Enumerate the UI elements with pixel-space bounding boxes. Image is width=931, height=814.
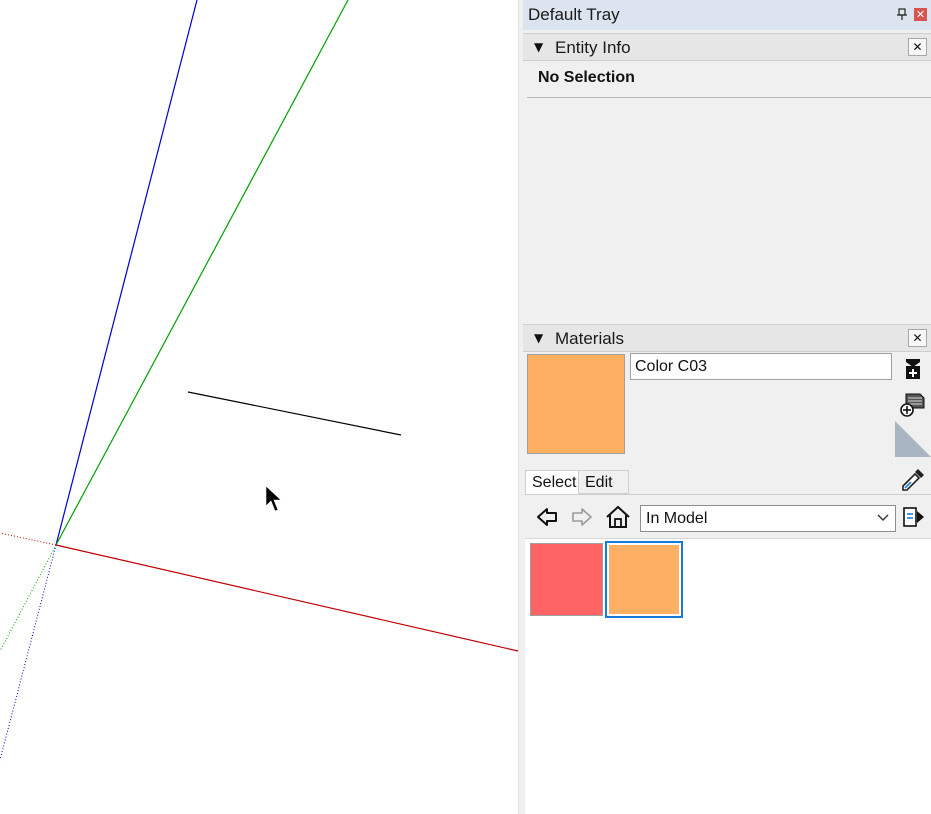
materials-nav-bar: In Model xyxy=(525,495,931,539)
collapse-triangle-icon[interactable]: ▼ xyxy=(534,40,543,54)
back-arrow-icon[interactable] xyxy=(535,505,561,529)
default-tray: Default Tray ✕ ▼ Entity Info ✕ No Select… xyxy=(523,0,931,814)
entity-info-divider xyxy=(527,97,931,98)
materials-browser: In Model xyxy=(525,494,931,814)
materials-close-button[interactable]: ✕ xyxy=(908,329,927,347)
cursor-arrow-icon xyxy=(265,485,282,512)
material-swatch[interactable] xyxy=(530,543,603,616)
tray-title: Default Tray xyxy=(528,5,620,24)
sample-paint-icon[interactable] xyxy=(899,466,927,494)
green-axis xyxy=(55,0,349,546)
tray-close-button[interactable]: ✕ xyxy=(914,8,927,21)
entity-info-close-button[interactable]: ✕ xyxy=(908,38,927,56)
red-axis xyxy=(55,544,518,652)
material-name-input[interactable] xyxy=(630,353,892,380)
chevron-down-icon xyxy=(877,514,889,521)
sketchup-window: Default Tray ✕ ▼ Entity Info ✕ No Select… xyxy=(0,0,931,814)
viewport-canvas[interactable] xyxy=(0,0,518,814)
details-corner-icon[interactable] xyxy=(895,421,931,457)
forward-arrow-icon[interactable] xyxy=(568,505,594,529)
selection-status: No Selection xyxy=(538,69,635,86)
materials-tabs: Select Edit xyxy=(523,470,931,494)
green-axis-negative xyxy=(0,544,57,652)
collection-dropdown-value: In Model xyxy=(646,510,708,527)
tray-title-bar: Default Tray ✕ xyxy=(523,0,931,30)
tab-edit[interactable]: Edit xyxy=(579,470,629,494)
add-to-model-icon[interactable] xyxy=(898,390,926,418)
materials-header[interactable]: ▼ Materials ✕ xyxy=(523,324,931,352)
modeling-viewport[interactable] xyxy=(0,0,518,814)
tab-select[interactable]: Select xyxy=(525,470,579,494)
materials-title: Materials xyxy=(555,329,624,348)
entity-info-header[interactable]: ▼ Entity Info ✕ xyxy=(523,33,931,61)
blue-axis-negative xyxy=(0,544,57,761)
material-swatch-selected[interactable] xyxy=(605,541,683,618)
details-menu-icon[interactable] xyxy=(902,505,926,529)
blue-axis xyxy=(55,0,198,546)
pin-icon[interactable] xyxy=(896,8,908,21)
material-swatch-fill xyxy=(609,545,679,614)
home-icon[interactable] xyxy=(605,505,631,529)
red-axis-negative xyxy=(0,532,57,546)
drawn-edge xyxy=(187,391,402,436)
create-material-icon[interactable] xyxy=(903,357,923,381)
collapse-triangle-icon[interactable]: ▼ xyxy=(534,331,543,345)
current-material-preview[interactable] xyxy=(527,354,625,454)
entity-info-title: Entity Info xyxy=(555,38,631,57)
collection-dropdown[interactable]: In Model xyxy=(640,505,896,532)
